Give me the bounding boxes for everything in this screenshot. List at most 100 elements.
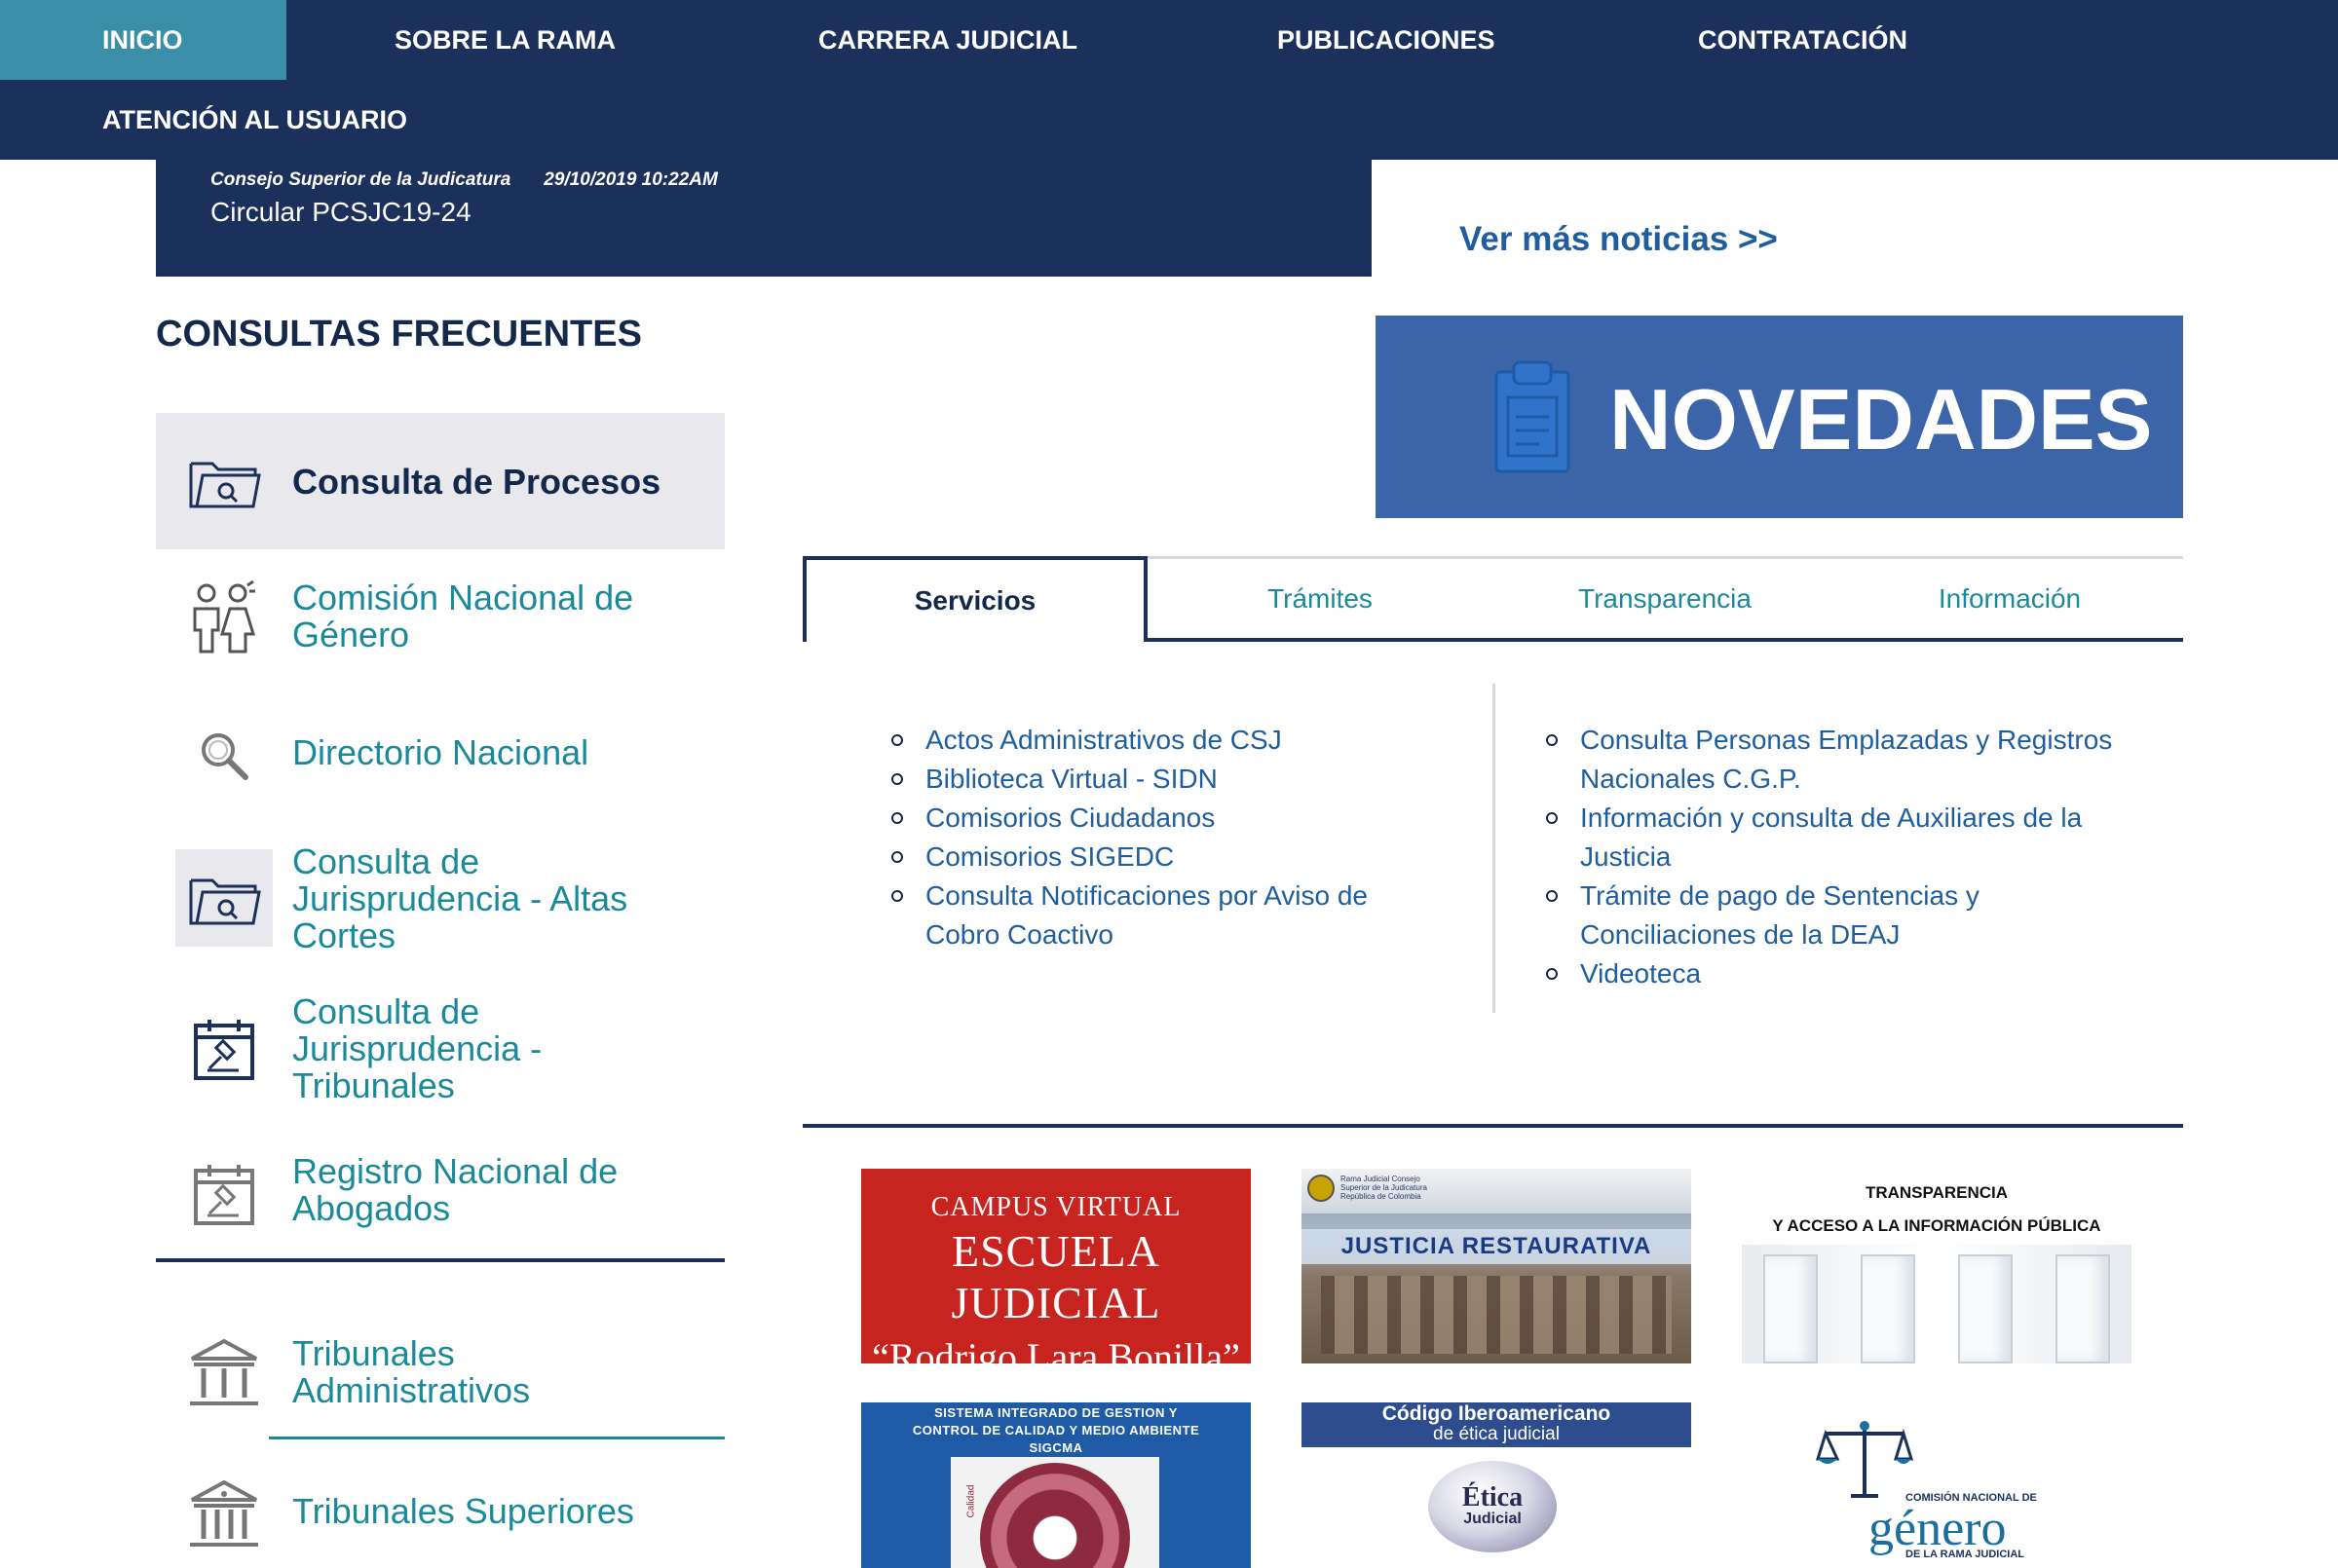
clipboard-icon	[1490, 358, 1574, 480]
consulta-registro-abogados-label: Registro Nacional de Abogados	[292, 1151, 619, 1228]
consulta-jurisprudencia-tribunales-label: Consulta de Jurisprudencia - Tribunales	[292, 991, 543, 1105]
consulta-jurisprudencia-tribunales[interactable]: Consulta de Jurisprudencia - Tribunales	[156, 991, 725, 1108]
banner-sigcma-line3: SIGCMA	[1029, 1440, 1083, 1455]
calendar-gavel-icon	[175, 1001, 273, 1099]
consultas-divider	[156, 1258, 725, 1262]
services-list-left: Actos Administrativos de CSJ Biblioteca …	[888, 721, 1395, 954]
nav-atencion-usuario[interactable]: ATENCIÓN AL USUARIO	[102, 80, 407, 160]
news-item[interactable]: Consejo Superior de la Judicatura 29/10/…	[156, 160, 1372, 277]
tribunales-superiores[interactable]: Tribunales Superiores	[156, 1466, 725, 1563]
door-icon	[1861, 1254, 1915, 1363]
banner-transparencia-line2: Y ACCESO A LA INFORMACIÓN PÚBLICA	[1772, 1216, 2101, 1235]
consulta-directorio[interactable]: Directorio Nacional	[156, 705, 725, 806]
banner-transparencia-line1: TRANSPARENCIA	[1865, 1183, 2009, 1202]
banner-justicia-header-text: Rama Judicial Consejo Superior de la Jud…	[1340, 1175, 1427, 1201]
tribunales-administrativos[interactable]: Tribunales Administrativos	[156, 1320, 725, 1427]
banner-campus-virtual[interactable]: CAMPUS VIRTUAL ESCUELA JUDICIAL “Rodrigo…	[861, 1169, 1251, 1363]
etica-globe-word1: Ética	[1461, 1482, 1524, 1512]
banner-genero-line3: DE LA RAMA JUDICIAL	[1905, 1549, 2025, 1560]
news-meta: Consejo Superior de la Judicatura 29/10/…	[210, 169, 718, 191]
service-link[interactable]: Comisorios Ciudadanos	[888, 799, 1395, 838]
calendar-gavel-icon	[175, 1146, 273, 1244]
gender-people-icon	[175, 570, 273, 667]
tab-transparencia-label: Transparencia	[1578, 583, 1752, 614]
consulta-jurisprudencia-altas-cortes-label: Consulta de Jurisprudencia - Altas Corte…	[292, 841, 628, 955]
open-doors-image	[1742, 1245, 2131, 1363]
service-link[interactable]: Información y consulta de Auxiliares de …	[1543, 799, 2118, 877]
building-photo	[1321, 1276, 1672, 1354]
magnifier-icon	[175, 707, 273, 804]
tribunales-divider	[269, 1437, 725, 1439]
banner-etica-line2: de ética judicial	[1433, 1424, 1560, 1444]
consulta-jurisprudencia-altas-cortes[interactable]: Consulta de Jurisprudencia - Altas Corte…	[156, 840, 725, 956]
nav-carrera-judicial[interactable]: CARRERA JUDICIAL	[818, 0, 1077, 80]
banner-sigcma-side-label: Calidad	[965, 1484, 977, 1518]
banner-etica-judicial[interactable]: Código Iberoamericano de ética judicial …	[1301, 1402, 1691, 1568]
banner-etica-header: Código Iberoamericano de ética judicial	[1301, 1402, 1691, 1447]
service-link[interactable]: Videoteca	[1543, 954, 2118, 993]
banner-sigcma-line1: SISTEMA INTEGRADO DE GESTION Y	[934, 1405, 1178, 1420]
quality-wheel-image: Calidad	[951, 1457, 1159, 1568]
nav-inicio[interactable]: INICIO	[0, 0, 286, 80]
banner-etica-line1: Código Iberoamericano	[1381, 1402, 1611, 1425]
nav-atencion-usuario-label: ATENCIÓN AL USUARIO	[102, 104, 408, 134]
banner-sigcma[interactable]: SISTEMA INTEGRADO DE GESTION Y CONTROL D…	[861, 1402, 1251, 1568]
banner-sigcma-line2: CONTROL DE CALIDAD Y MEDIO AMBIENTE	[912, 1423, 1200, 1437]
services-divider	[803, 1124, 2183, 1128]
news-datetime: 29/10/2019 10:22AM	[544, 169, 718, 190]
etica-globe-word2: Judicial	[1463, 1511, 1522, 1527]
nav-contratacion[interactable]: CONTRATACIÓN	[1698, 0, 1907, 80]
nav-sobre-la-rama-label: SOBRE LA RAMA	[395, 24, 616, 55]
tribunales-administrativos-label: Tribunales Administrativos	[292, 1333, 531, 1410]
main-navigation: INICIO SOBRE LA RAMA CARRERA JUDICIAL PU…	[0, 0, 2338, 160]
consulta-genero-label: Comisión Nacional de Género	[292, 578, 634, 654]
consulta-directorio-label: Directorio Nacional	[292, 732, 589, 772]
consulta-registro-abogados[interactable]: Registro Nacional de Abogados	[156, 1141, 725, 1249]
door-icon	[1763, 1254, 1818, 1363]
tab-tramites[interactable]: Trámites	[1148, 556, 1492, 642]
banner-justicia-restaurativa[interactable]: Rama Judicial Consejo Superior de la Jud…	[1301, 1169, 1691, 1363]
nav-publicaciones-label: PUBLICACIONES	[1277, 24, 1495, 55]
tab-informacion[interactable]: Información	[1837, 556, 2182, 642]
tab-tramites-label: Trámites	[1267, 583, 1373, 614]
service-link[interactable]: Consulta Notificaciones por Aviso de Cob…	[888, 877, 1395, 954]
scales-of-justice-icon	[1815, 1416, 1914, 1509]
consulta-procesos-label: Consulta de Procesos	[292, 462, 661, 502]
coat-of-arms-icon	[1307, 1175, 1335, 1202]
service-link[interactable]: Biblioteca Virtual - SIDN	[888, 760, 1395, 799]
banner-campus-line3: “Rodrigo Lara Bonilla”	[872, 1335, 1240, 1363]
door-icon	[2055, 1254, 2110, 1363]
consultas-title: CONSULTAS FRECUENTES	[156, 314, 642, 355]
consulta-procesos[interactable]: Consulta de Procesos	[156, 413, 725, 549]
quality-wheel-icon	[980, 1463, 1130, 1568]
courthouse-icon	[175, 1325, 273, 1422]
service-link[interactable]: Actos Administrativos de CSJ	[888, 721, 1395, 760]
banner-transparencia[interactable]: TRANSPARENCIA Y ACCESO A LA INFORMACIÓN …	[1742, 1169, 2131, 1363]
tab-transparencia[interactable]: Transparencia	[1492, 556, 1837, 642]
banner-campus-line2: ESCUELA JUDICIAL	[951, 1226, 1161, 1327]
folder-search-icon	[175, 849, 273, 947]
nav-sobre-la-rama[interactable]: SOBRE LA RAMA	[395, 0, 616, 80]
novedades-label: NOVEDADES	[1609, 371, 2153, 467]
service-link[interactable]: Consulta Personas Emplazadas y Registros…	[1543, 721, 2118, 799]
service-link[interactable]: Comisorios SIGEDC	[888, 838, 1395, 877]
tab-informacion-label: Información	[1938, 583, 2082, 614]
novedades-banner[interactable]: NOVEDADES	[1376, 316, 2183, 518]
service-link[interactable]: Trámite de pago de Sentencias y Concilia…	[1543, 877, 2118, 954]
banner-justicia-label: JUSTICIA RESTAURATIVA	[1301, 1229, 1691, 1264]
nav-publicaciones[interactable]: PUBLICACIONES	[1277, 0, 1495, 80]
nav-carrera-judicial-label: CARRERA JUDICIAL	[818, 24, 1078, 55]
nav-inicio-label: INICIO	[102, 24, 183, 55]
courthouse-icon	[175, 1466, 273, 1563]
consulta-genero[interactable]: Comisión Nacional de Género	[156, 565, 725, 672]
tab-servicios-label: Servicios	[914, 585, 1037, 616]
tab-servicios[interactable]: Servicios	[803, 556, 1148, 642]
banner-comision-genero[interactable]: COMISIÓN NACIONAL DE género DE LA RAMA J…	[1742, 1402, 2131, 1568]
banner-campus-line1: CAMPUS VIRTUAL	[930, 1192, 1182, 1222]
nav-contratacion-label: CONTRATACIÓN	[1698, 24, 1907, 55]
services-list-right: Consulta Personas Emplazadas y Registros…	[1543, 721, 2118, 993]
folder-search-icon	[175, 432, 273, 530]
door-icon	[1958, 1254, 2013, 1363]
more-news-link[interactable]: Ver más noticias >>	[1459, 220, 1778, 259]
news-title[interactable]: Circular PCSJC19-24	[210, 197, 471, 228]
